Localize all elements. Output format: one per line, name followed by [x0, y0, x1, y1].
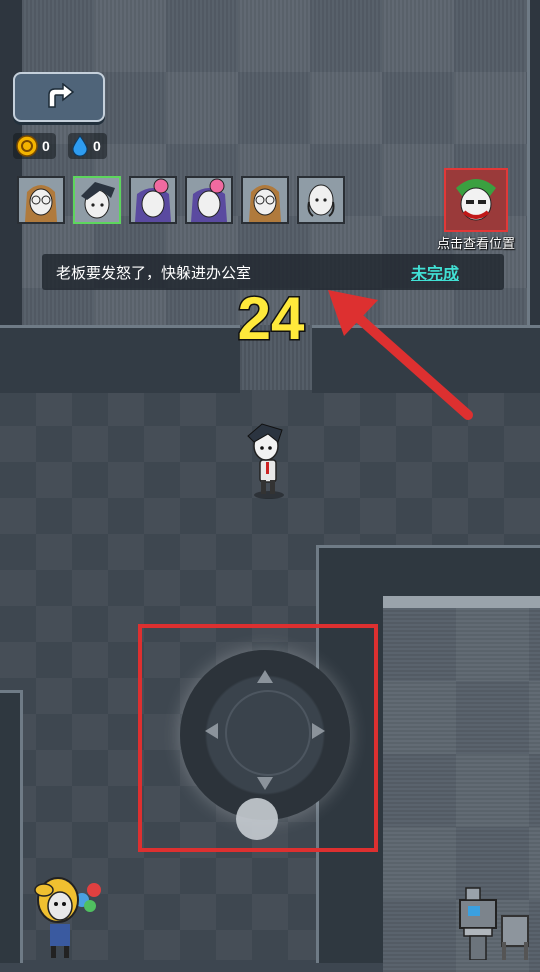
coin-icon — [16, 135, 38, 157]
left-room-wall — [0, 690, 23, 963]
avatar-girl-pink-bow-1[interactable] — [129, 176, 177, 224]
character-roster — [17, 176, 345, 224]
player-character[interactable] — [240, 420, 290, 502]
water-drop-icon — [72, 135, 88, 157]
girl-glasses-portrait-icon — [19, 178, 63, 222]
boss-avatar[interactable] — [444, 168, 508, 232]
joker-boss-portrait-icon — [446, 170, 506, 230]
boy-dark-hair-portrait-icon — [75, 178, 119, 222]
boss-locator[interactable] — [444, 168, 508, 232]
office-bottom-wall-left — [0, 325, 240, 393]
coin-counter: 0 — [13, 133, 56, 159]
annotation-arrow — [328, 290, 473, 420]
girl-glasses-portrait-icon — [243, 178, 287, 222]
clown-character — [34, 877, 101, 958]
avatar-girl-pink-bow-2[interactable] — [185, 176, 233, 224]
drop-value: 0 — [93, 138, 101, 154]
back-button[interactable] — [13, 72, 105, 122]
avatar-girl-glasses-2[interactable] — [241, 176, 289, 224]
task-description: 老板要发怒了，快躲进办公室 — [56, 264, 252, 282]
boss-locator-label[interactable]: 点击查看位置 — [424, 233, 528, 252]
avatar-boy-dark-hair[interactable] — [73, 176, 121, 224]
coin-value: 0 — [42, 138, 50, 154]
avatar-bald-man[interactable] — [297, 176, 345, 224]
girl-pink-bow-portrait-icon — [131, 178, 175, 222]
girl-pink-bow-portrait-icon — [187, 178, 231, 222]
desk-computer — [459, 887, 529, 960]
u-turn-arrow-icon — [48, 83, 75, 108]
drop-counter: 0 — [68, 133, 107, 159]
bald-man-portrait-icon — [299, 178, 343, 222]
joystick-highlight-box — [138, 624, 378, 852]
countdown-timer: 24 — [236, 284, 306, 354]
avatar-girl-glasses-1[interactable] — [17, 176, 65, 224]
